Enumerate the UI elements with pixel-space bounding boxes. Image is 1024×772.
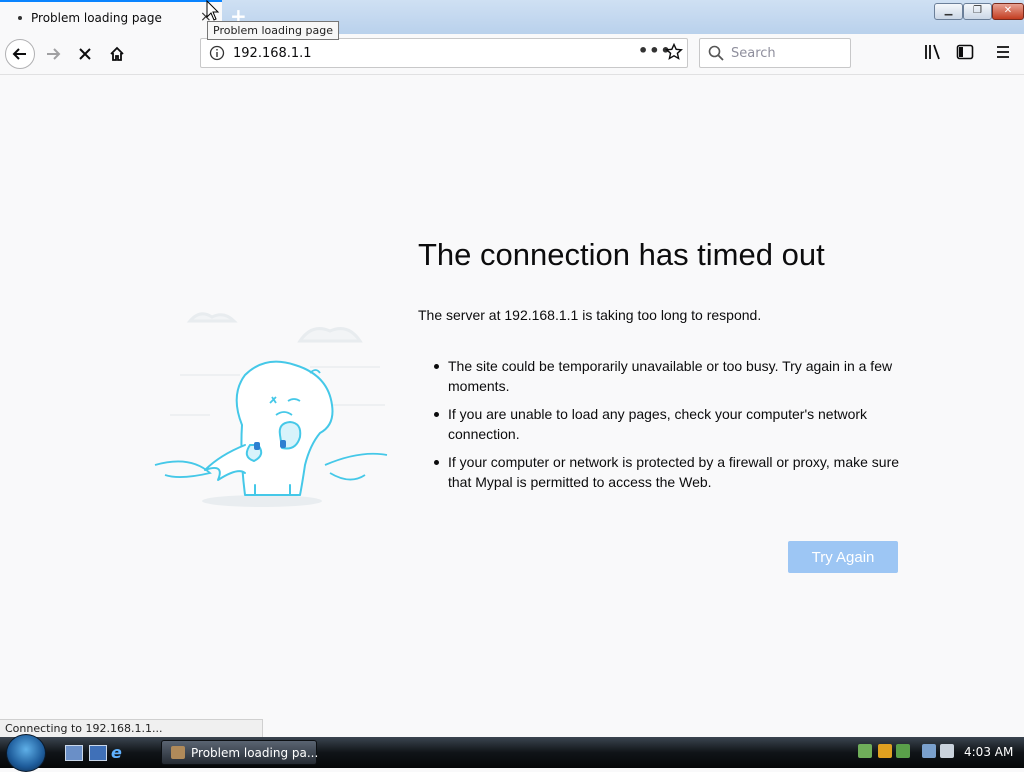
sidebar-icon[interactable] bbox=[956, 44, 974, 60]
error-description: The server at 192.168.1.1 is taking too … bbox=[418, 307, 762, 323]
taskbar-clock[interactable]: 4:03 AM bbox=[964, 745, 1013, 759]
maximize-button[interactable]: ❐ bbox=[963, 3, 992, 20]
stop-icon bbox=[79, 48, 91, 60]
start-button[interactable] bbox=[6, 734, 46, 772]
search-placeholder[interactable]: Search bbox=[731, 46, 776, 61]
switch-windows-icon[interactable] bbox=[89, 745, 107, 761]
window-close-button[interactable]: ✕ bbox=[992, 3, 1024, 20]
error-suggestion-item: The site could be temporarily unavailabl… bbox=[432, 356, 902, 396]
tray-network-icon[interactable] bbox=[858, 744, 872, 758]
tab-loading-indicator bbox=[18, 16, 22, 20]
url-text[interactable]: 192.168.1.1 bbox=[233, 46, 312, 61]
search-bar[interactable]: Search bbox=[699, 38, 851, 68]
error-suggestion-list: The site could be temporarily unavailabl… bbox=[432, 356, 902, 500]
navigation-toolbar: 192.168.1.1 ••• Search bbox=[0, 34, 1024, 75]
stop-button[interactable] bbox=[71, 40, 99, 68]
error-suggestion-item: If your computer or network is protected… bbox=[432, 452, 902, 492]
minimize-button[interactable]: ▁ bbox=[934, 3, 963, 20]
try-again-button[interactable]: Try Again bbox=[788, 541, 898, 573]
tray-connection-icon[interactable] bbox=[922, 744, 936, 758]
error-title: The connection has timed out bbox=[418, 237, 825, 272]
show-desktop-icon[interactable] bbox=[65, 745, 83, 761]
error-suggestion-item: If you are unable to load any pages, che… bbox=[432, 404, 902, 444]
hamburger-menu-icon[interactable] bbox=[995, 44, 1011, 60]
forward-arrow-icon bbox=[47, 48, 61, 60]
windows-taskbar: e Problem loading pa... 4:03 AM bbox=[0, 734, 1024, 772]
home-icon bbox=[110, 46, 124, 61]
tab-strip: Problem loading page × + ▁ ❐ ✕ bbox=[0, 0, 1024, 34]
back-arrow-icon bbox=[12, 48, 26, 60]
status-bar: Connecting to 192.168.1.1... bbox=[0, 719, 263, 737]
search-icon bbox=[708, 45, 724, 61]
browser-app-icon bbox=[171, 746, 185, 759]
taskbar-item-browser[interactable]: Problem loading pa... bbox=[161, 740, 319, 765]
home-button[interactable] bbox=[103, 40, 131, 68]
internet-explorer-icon[interactable]: e bbox=[111, 743, 122, 762]
star-icon[interactable] bbox=[665, 43, 683, 61]
back-button[interactable] bbox=[5, 39, 35, 69]
tab-title: Problem loading page bbox=[31, 11, 162, 25]
tray-update-icon[interactable] bbox=[896, 744, 910, 758]
forward-button[interactable] bbox=[39, 40, 67, 68]
tray-volume-muted-icon[interactable] bbox=[940, 744, 954, 758]
tab-problem-loading[interactable]: Problem loading page × bbox=[0, 0, 222, 34]
info-icon[interactable] bbox=[209, 45, 225, 61]
tab-tooltip: Problem loading page bbox=[207, 21, 339, 40]
tray-security-shield-icon[interactable] bbox=[878, 744, 892, 758]
library-icon[interactable] bbox=[924, 44, 942, 60]
url-bar[interactable]: 192.168.1.1 ••• bbox=[200, 38, 688, 68]
disconnected-dinosaur-illustration bbox=[154, 312, 388, 507]
mouse-cursor-icon bbox=[206, 0, 220, 21]
taskbar-item-label: Problem loading pa... bbox=[191, 746, 319, 760]
